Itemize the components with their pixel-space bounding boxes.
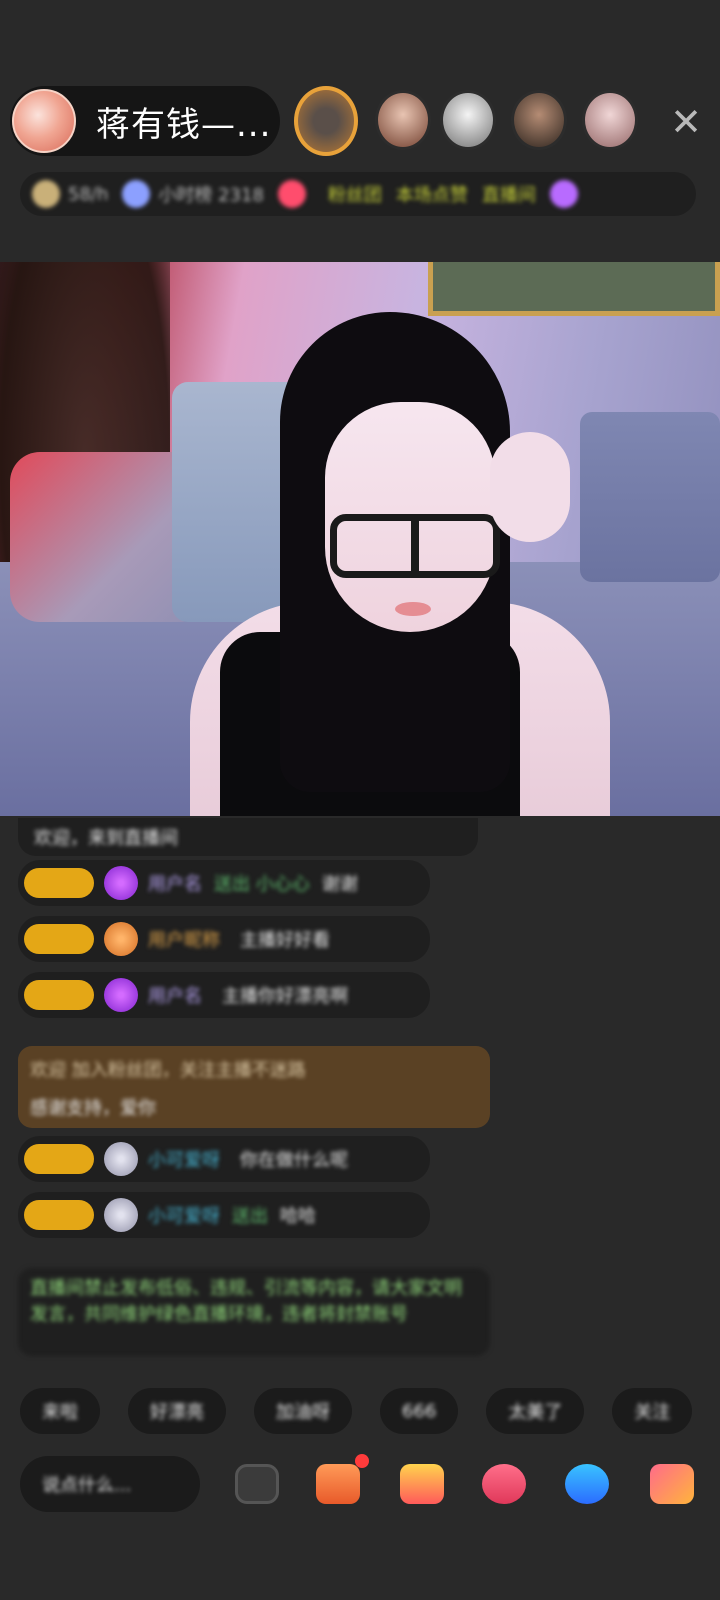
live-video[interactable] (0, 262, 720, 816)
quick-reply-chip[interactable]: 666 (380, 1388, 459, 1434)
quick-replies[interactable]: 来啦 好漂亮 加油呀 666 太美了 关注 (20, 1388, 720, 1434)
notification-dot (355, 1454, 369, 1468)
emoji-icon[interactable] (235, 1464, 279, 1504)
host-info[interactable]: 蒋有钱—... (10, 86, 280, 156)
level-badge (24, 1144, 94, 1174)
gift-icon[interactable] (400, 1464, 444, 1504)
chat-message: 小可爱呀 送出 哈哈 (18, 1192, 430, 1238)
gem-icon (104, 866, 138, 900)
info-bar-item: 直播间 (481, 185, 536, 206)
info-bar-item: 小时榜 2318 (122, 180, 264, 208)
chat-message: 用户名 送出 小心心 谢谢 (18, 860, 430, 906)
info-bar-item (277, 180, 314, 208)
quick-reply-chip[interactable]: 太美了 (486, 1388, 585, 1434)
streamer-glasses (330, 514, 500, 578)
highlight-message: 欢迎 加入粉丝团，关注主播不迷路 感谢支持，爱你 (18, 1046, 490, 1128)
quick-reply-chip[interactable]: 关注 (612, 1388, 693, 1434)
chat-message: 用户昵称 主播好好看 (18, 916, 430, 962)
close-icon[interactable]: ✕ (664, 100, 708, 144)
streamer (190, 302, 610, 816)
message-icon[interactable] (565, 1464, 609, 1504)
gem-icon (104, 978, 138, 1012)
chat-message: 小可爱呀 你在做什么呢 (18, 1136, 430, 1182)
info-bar-item: 粉丝团 (327, 185, 382, 206)
live-info-bar[interactable]: 58/h 小时榜 2318 粉丝团 本场点赞 直播间 (20, 172, 696, 216)
viewer-avatar[interactable] (582, 90, 638, 150)
info-bar-item: 58/h (32, 180, 108, 208)
level-badge (24, 924, 94, 954)
more-gift-icon[interactable] (650, 1464, 694, 1504)
info-bar-item: 本场点赞 (395, 185, 468, 206)
host-name: 蒋有钱—... (96, 104, 272, 145)
streamer-lips (395, 602, 431, 616)
chat-message: 欢迎，来到直播间 (18, 818, 478, 856)
chat-message: 用户名 主播你好漂亮啊 (18, 972, 430, 1018)
viewer-avatar[interactable] (511, 90, 567, 150)
gem-icon (104, 922, 138, 956)
quick-reply-chip[interactable]: 来啦 (20, 1388, 100, 1434)
viewer-avatar[interactable] (375, 90, 431, 150)
level-badge (24, 1200, 94, 1230)
info-bar-item (549, 180, 586, 208)
top-viewer-avatar[interactable] (294, 86, 358, 156)
shop-icon[interactable] (316, 1464, 360, 1504)
streamer-hand (490, 432, 570, 542)
chat-icon[interactable] (482, 1464, 526, 1504)
level-badge (24, 868, 94, 898)
level-badge (24, 980, 94, 1010)
quick-reply-chip[interactable]: 加油呀 (254, 1388, 352, 1434)
viewer-avatar[interactable] (440, 90, 496, 150)
host-avatar[interactable] (12, 89, 76, 153)
gem-icon (104, 1198, 138, 1232)
quick-reply-chip[interactable]: 好漂亮 (128, 1388, 226, 1434)
comment-input[interactable]: 说点什么... (20, 1456, 200, 1512)
gem-icon (104, 1142, 138, 1176)
system-notice: 直播间禁止发布低俗、违规、引流等内容，请大家文明发言，共同维护绿色直播环境，违者… (18, 1268, 490, 1356)
